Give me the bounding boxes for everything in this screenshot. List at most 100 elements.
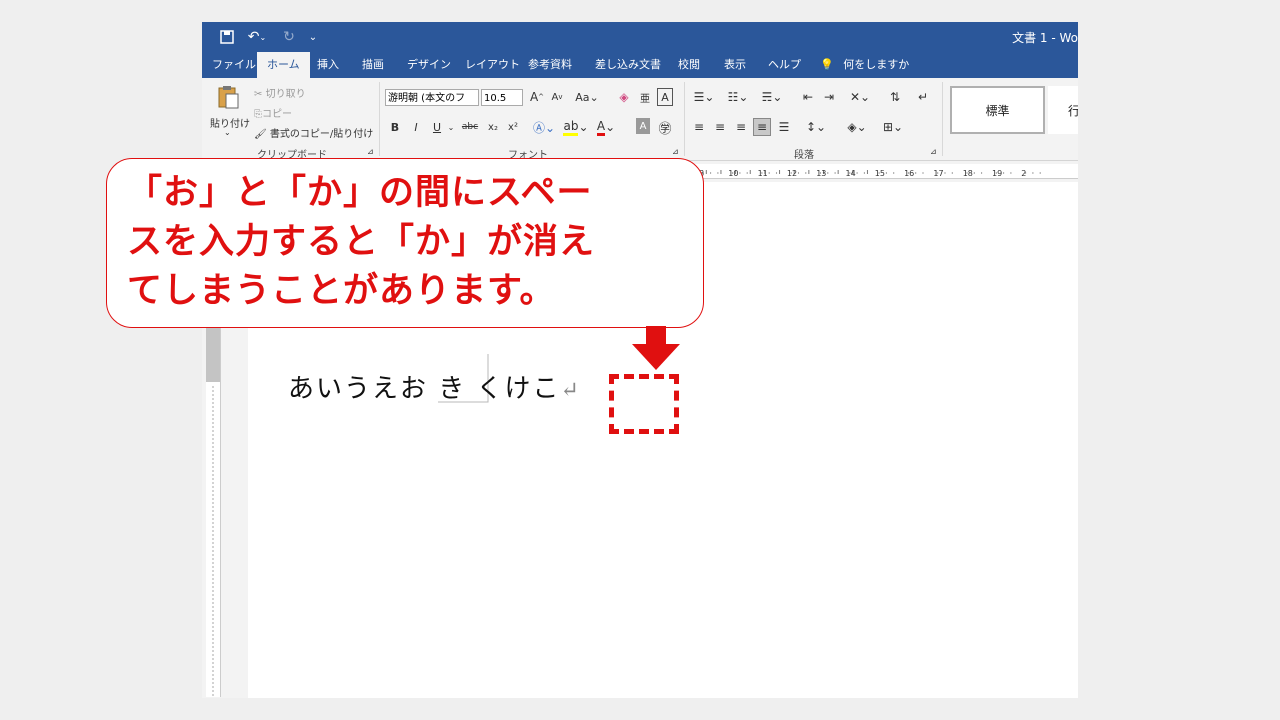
shading-icon[interactable]: ◈⌄: [842, 118, 872, 136]
paste-icon[interactable]: [216, 84, 240, 110]
ruler-tick: [212, 602, 214, 604]
ruler-tick: [212, 502, 214, 504]
down-arrow-icon: [632, 326, 680, 370]
tab-view[interactable]: 表示: [714, 52, 756, 78]
ruler-margin-shade: [206, 327, 220, 382]
ruler-tick: [212, 658, 214, 660]
character-shading-icon[interactable]: A: [636, 118, 650, 134]
font-launcher-icon[interactable]: ⊿: [672, 147, 679, 156]
ruler-tick: [212, 578, 214, 580]
phonetic-guide-icon[interactable]: 亜: [638, 88, 652, 106]
ruler-tick: [819, 172, 822, 174]
cut-button[interactable]: ✂ 切り取り: [254, 85, 306, 100]
align-left-icon[interactable]: ≡: [690, 118, 708, 136]
justify-icon[interactable]: ≡: [753, 118, 771, 136]
strikethrough-button[interactable]: abc: [460, 118, 480, 136]
ruler-tick: [212, 674, 214, 676]
document-body-text[interactable]: あいうえお き くけこ↵: [288, 368, 581, 405]
customize-qat-icon[interactable]: ⌄: [302, 27, 324, 47]
group-separator: [942, 82, 943, 156]
horizontal-ruler: 8101112131415161718192: [676, 164, 1078, 179]
bullets-icon[interactable]: ☰⌄: [690, 88, 718, 106]
ruler-tick: [732, 172, 734, 174]
ribbon-home: 貼り付け ⌄ ✂ 切り取り ⎘コピー 🖌 書式のコピー/貼り付け クリップボード…: [202, 78, 1078, 161]
ruler-tick: [212, 418, 214, 420]
clear-format-icon[interactable]: ◈: [616, 88, 632, 106]
format-painter-button[interactable]: 🖌 書式のコピー/貼り付け: [254, 125, 373, 140]
align-center-icon[interactable]: ≡: [711, 118, 729, 136]
ruler-tick: [878, 172, 880, 174]
character-border-icon[interactable]: A: [657, 88, 673, 106]
ruler-tick: [212, 498, 214, 500]
tab-references[interactable]: 参考資料: [518, 52, 582, 78]
enclose-characters-icon[interactable]: ㊫: [657, 118, 673, 137]
asian-layout-icon[interactable]: ✕⌄: [846, 88, 874, 106]
underline-button[interactable]: U: [430, 118, 444, 136]
ruler-number: 13: [816, 169, 826, 178]
ruler-tick: [212, 582, 214, 584]
highlight-dashed-box: [609, 374, 679, 434]
tab-help[interactable]: ヘルプ: [758, 52, 811, 78]
ruler-tick: [212, 422, 214, 424]
font-size-combo[interactable]: 10.5: [481, 89, 523, 106]
ruler-tick: [212, 478, 214, 480]
show-marks-icon[interactable]: ↵: [914, 88, 932, 106]
tell-me-search[interactable]: 💡 何をしますか: [820, 52, 909, 78]
grow-font-icon[interactable]: A ^: [529, 88, 545, 106]
ruler-tick: [212, 550, 214, 552]
tab-insert[interactable]: 挿入: [307, 52, 349, 78]
font-name-combo[interactable]: 游明朝 (本文のフ: [385, 89, 479, 106]
redo-icon[interactable]: ↻: [278, 27, 300, 47]
tab-review[interactable]: 校閲: [668, 52, 710, 78]
tab-design[interactable]: デザイン: [397, 52, 461, 78]
numbering-icon[interactable]: ☷⌄: [724, 88, 752, 106]
ruler-tick: [212, 494, 214, 496]
ruler-number: 17: [933, 169, 943, 178]
ruler-tick: [212, 462, 214, 464]
bold-button[interactable]: B: [388, 118, 402, 136]
change-case-icon[interactable]: Aa⌄: [573, 88, 601, 106]
ruler-tick: [212, 538, 214, 540]
increase-indent-icon[interactable]: ⇥: [820, 88, 838, 106]
tab-draw[interactable]: 描画: [352, 52, 394, 78]
style-no-spacing[interactable]: 行: [1048, 86, 1078, 134]
multilevel-list-icon[interactable]: ☴⌄: [758, 88, 786, 106]
borders-icon[interactable]: ⊞⌄: [878, 118, 908, 136]
ruler-tick: [212, 514, 214, 516]
save-icon[interactable]: [216, 27, 238, 47]
ruler-tick: [212, 410, 214, 412]
subscript-button[interactable]: x₂: [485, 118, 501, 136]
highlight-icon[interactable]: ab ⌄: [563, 118, 589, 136]
decrease-indent-icon[interactable]: ⇤: [799, 88, 817, 106]
copy-button[interactable]: ⎘コピー: [254, 105, 292, 120]
ruler-tick: [907, 172, 909, 174]
tab-home[interactable]: ホーム: [257, 52, 310, 78]
tab-mailings[interactable]: 差し込み文書: [585, 52, 671, 78]
ruler-number: 18: [963, 169, 973, 178]
ruler-tick: [893, 172, 895, 174]
lightbulb-icon: 💡: [820, 58, 834, 71]
ruler-tick: [212, 414, 214, 416]
ruler-tick: [849, 172, 851, 174]
sort-icon[interactable]: ⇅: [886, 88, 904, 106]
ruler-tick: [973, 172, 975, 174]
paste-dropdown-icon[interactable]: ⌄: [224, 128, 231, 137]
paragraph-launcher-icon[interactable]: ⊿: [930, 147, 937, 156]
line-spacing-icon[interactable]: ↕⌄: [802, 118, 830, 136]
clipboard-launcher-icon[interactable]: ⊿: [367, 147, 374, 156]
ruler-tick: [212, 450, 214, 452]
ruler-tick: [212, 386, 214, 388]
align-right-icon[interactable]: ≡: [732, 118, 750, 136]
superscript-button[interactable]: x²: [505, 118, 521, 136]
ruler-number: 19: [992, 169, 1002, 178]
copy-icon: ⎘: [254, 109, 262, 120]
style-normal[interactable]: 標準: [950, 86, 1045, 134]
underline-dropdown-icon[interactable]: ⌄: [446, 118, 456, 136]
undo-icon[interactable]: ↶ ⌄: [242, 27, 272, 47]
distributed-icon[interactable]: ☰: [775, 118, 793, 136]
text-effects-icon[interactable]: Ⓐ⌄: [532, 118, 556, 136]
font-color-icon[interactable]: A ⌄: [594, 118, 618, 136]
format-painter-label: 書式のコピー/貼り付け: [269, 129, 374, 140]
italic-button[interactable]: I: [409, 118, 423, 136]
shrink-font-icon[interactable]: Av: [549, 88, 565, 106]
